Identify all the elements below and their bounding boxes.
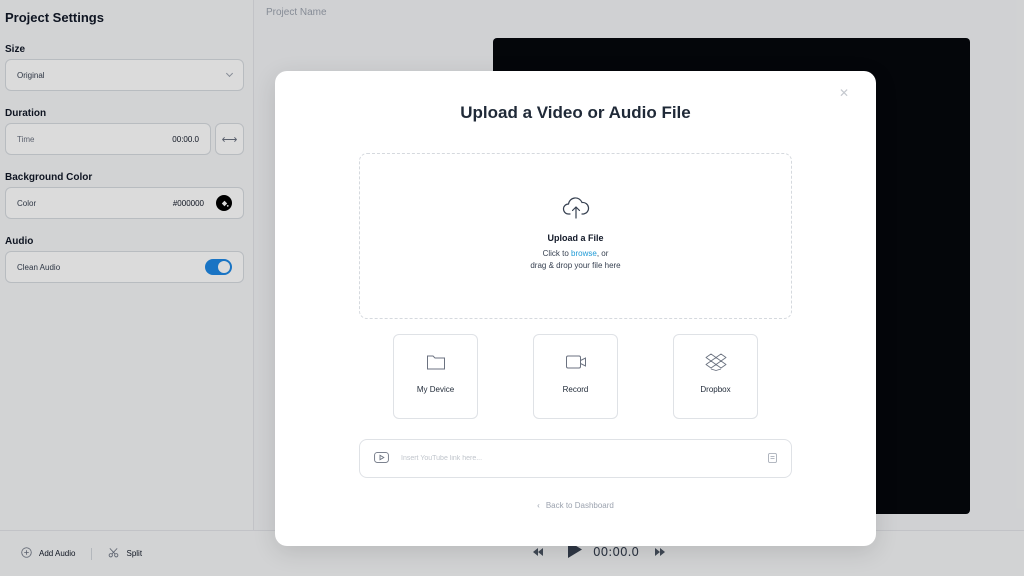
- record-button[interactable]: Record: [533, 334, 618, 419]
- modal-title: Upload a Video or Audio File: [460, 103, 691, 122]
- youtube-link-input[interactable]: [401, 455, 768, 462]
- paste-icon[interactable]: [768, 450, 777, 468]
- chevron-left-icon: ‹: [537, 501, 540, 510]
- record-label: Record: [562, 385, 589, 394]
- dropbox-button[interactable]: Dropbox: [673, 334, 758, 419]
- dropbox-label: Dropbox: [700, 385, 731, 394]
- or-text: , or: [596, 249, 609, 258]
- upload-modal: ✕ Upload a Video or Audio File Upload a …: [275, 71, 876, 546]
- browse-link[interactable]: browse: [571, 249, 597, 258]
- dropbox-icon: [674, 353, 757, 376]
- click-to-text: Click to: [542, 249, 572, 258]
- youtube-icon: [374, 450, 389, 468]
- back-label: Back to Dashboard: [545, 501, 614, 510]
- back-to-dashboard-link[interactable]: ‹ Back to Dashboard: [275, 501, 876, 510]
- dropzone-instructions: Click to browse, or: [360, 249, 791, 258]
- youtube-link-field: [359, 439, 792, 478]
- cloud-upload-icon: [360, 196, 791, 225]
- dropzone-title: Upload a File: [547, 233, 604, 243]
- file-dropzone[interactable]: Upload a File Click to browse, or drag &…: [359, 153, 792, 319]
- folder-icon: [394, 353, 477, 376]
- my-device-button[interactable]: My Device: [393, 334, 478, 419]
- close-icon[interactable]: ✕: [839, 86, 849, 100]
- my-device-label: My Device: [416, 385, 455, 394]
- camera-icon: [534, 353, 617, 376]
- drag-drop-text: drag & drop your file here: [530, 261, 621, 270]
